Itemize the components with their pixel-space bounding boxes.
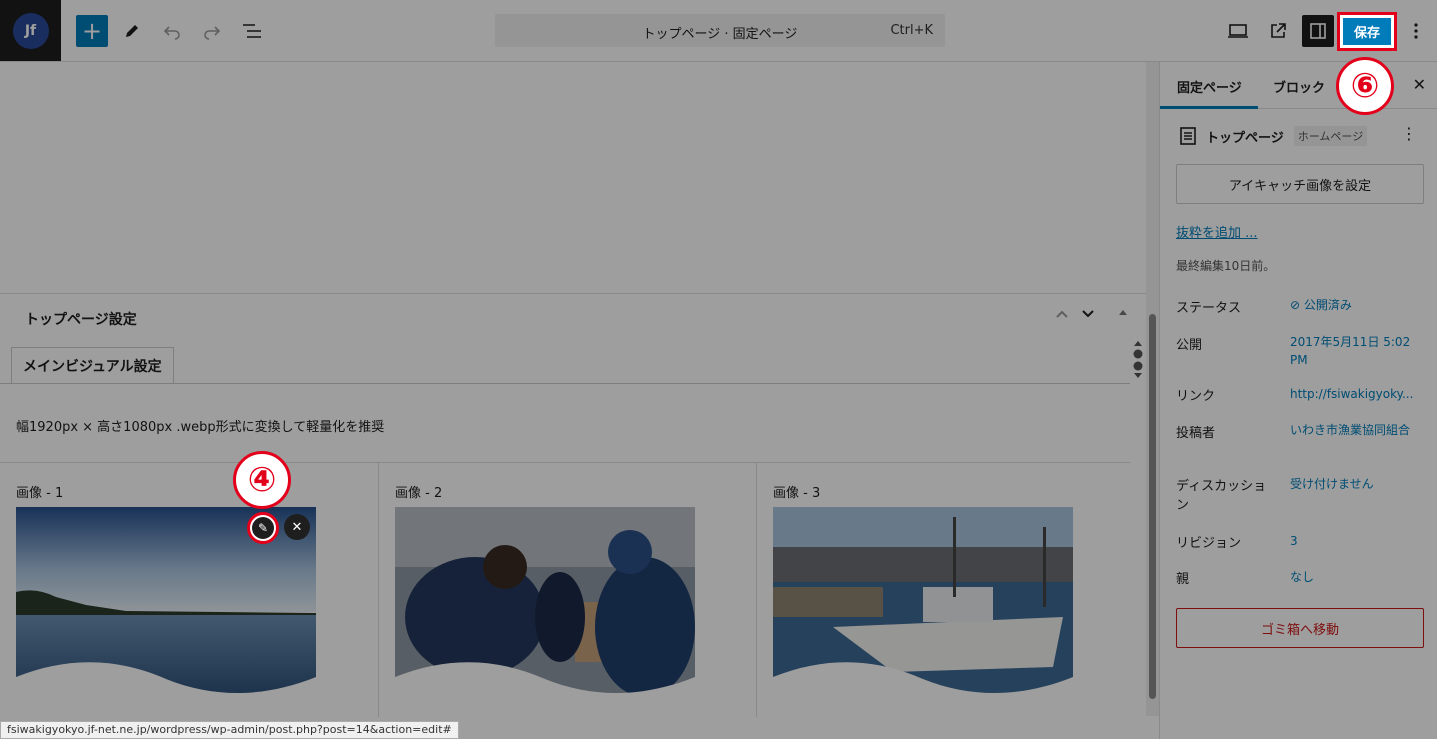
image-column-3: 画像 - 3	[757, 462, 1130, 717]
image-recommendation-text: 幅1920px × 高さ1080px .webp形式に変換して軽量化を推奨	[16, 420, 385, 435]
publish-date-value[interactable]: 2017年5月11日 5:02 PM	[1290, 333, 1430, 369]
image-label: 画像 - 2	[395, 486, 443, 501]
tab-page[interactable]: 固定ページ	[1177, 77, 1242, 96]
top-page-settings-metabox: トップページ設定 メインビジュアル設定 幅1920px × 高さ1080px .…	[0, 293, 1146, 717]
image-column-1: 画像 - 1	[0, 462, 378, 717]
edit-image-button[interactable]: ✎	[247, 512, 279, 544]
image-column-2: 画像 - 2	[379, 462, 757, 717]
save-button-label: 保存	[1343, 18, 1391, 45]
tab-divider	[0, 383, 1130, 384]
metabox-title: トップページ設定	[25, 312, 137, 328]
document-overview-icon[interactable]	[236, 15, 268, 47]
image-label: 画像 - 1	[16, 486, 64, 501]
parent-value[interactable]: なし	[1290, 568, 1430, 586]
sidebar-tabs: 固定ページ ブロック ✕	[1160, 62, 1437, 109]
revisions-value[interactable]: 3	[1290, 532, 1430, 550]
check-circle-icon: ⊘	[1290, 298, 1304, 312]
pencil-icon: ✎	[252, 517, 274, 539]
active-tab-indicator	[1160, 106, 1258, 109]
editor-scrollbar[interactable]	[1146, 62, 1159, 716]
row-label-link: リンク	[1176, 389, 1216, 404]
page-summary: トップページ ホームページ	[1180, 126, 1368, 146]
status-url-bar: fsiwakigyokyo.jf-net.ne.jp/wordpress/wp-…	[0, 721, 459, 739]
image-thumbnail-2[interactable]	[395, 507, 695, 699]
row-label-discussion: ディスカッション	[1176, 479, 1267, 513]
step-marker-4: ④	[233, 451, 291, 509]
image-thumbnail-3[interactable]	[773, 507, 1073, 699]
add-block-button[interactable]: +	[76, 15, 108, 47]
row-label-publish: 公開	[1176, 338, 1203, 353]
wp-editor: Jf + トップページ · 固定ページ Ctrl+K トップページ設定 メインビ…	[0, 0, 1437, 739]
row-label-status: ステータス	[1176, 301, 1242, 316]
author-value[interactable]: いわき市漁業協同組合	[1290, 421, 1430, 439]
add-excerpt-link[interactable]: 抜粋を追加 ...	[1176, 222, 1258, 241]
move-to-trash-button[interactable]: ゴミ箱へ移動	[1176, 608, 1424, 648]
tab-block[interactable]: ブロック	[1273, 77, 1325, 96]
page-actions-icon[interactable]: ⋮	[1401, 124, 1417, 143]
step-marker-6: ⑥	[1336, 57, 1394, 115]
top-toolbar: Jf + トップページ · 固定ページ Ctrl+K	[0, 0, 1437, 62]
tab-main-visual[interactable]: メインビジュアル設定	[11, 347, 174, 383]
close-icon[interactable]: ✕	[1413, 75, 1426, 94]
undo-icon[interactable]	[156, 15, 188, 47]
remove-image-button[interactable]: ✕	[284, 514, 310, 540]
collapse-toggle-icon[interactable]	[1117, 306, 1129, 322]
preview-device-icon[interactable]	[1222, 15, 1254, 47]
site-logo[interactable]: Jf	[0, 0, 61, 61]
settings-sidebar: 固定ページ ブロック ✕ トップページ ホームページ ⋮ アイキャッチ画像を設定…	[1159, 62, 1437, 739]
page-title: トップページ	[1206, 130, 1284, 146]
editor-canvas[interactable]	[0, 62, 1146, 293]
save-button[interactable]: 保存	[1337, 12, 1397, 51]
row-label-parent: 親	[1176, 572, 1190, 587]
last-edited-text: 最終編集10日前。	[1176, 259, 1276, 273]
homepage-badge: ホームページ	[1293, 126, 1368, 146]
move-down-icon[interactable]	[1080, 306, 1096, 326]
status-value[interactable]: ⊘ 公開済み	[1290, 296, 1430, 314]
settings-sidebar-toggle-icon[interactable]	[1302, 15, 1334, 47]
command-palette[interactable]: トップページ · 固定ページ Ctrl+K	[495, 14, 945, 47]
discussion-value[interactable]: 受け付けません	[1290, 475, 1430, 493]
row-label-author: 投稿者	[1176, 426, 1216, 441]
set-featured-image-button[interactable]: アイキャッチ画像を設定	[1176, 164, 1424, 204]
view-page-external-icon[interactable]	[1262, 15, 1294, 47]
scrollbar-thumb[interactable]	[1149, 314, 1156, 699]
redo-icon[interactable]	[196, 15, 228, 47]
logo-mark: Jf	[12, 12, 49, 49]
link-value[interactable]: http://fsiwakigyoky...	[1290, 385, 1430, 403]
metabox-scroll-handle[interactable]	[1132, 340, 1144, 380]
options-menu-icon[interactable]	[1400, 15, 1432, 47]
row-label-revisions: リビジョン	[1176, 536, 1242, 551]
move-up-icon[interactable]	[1054, 306, 1070, 326]
image-label: 画像 - 3	[773, 486, 821, 501]
status-text: 公開済み	[1303, 298, 1352, 312]
command-title: トップページ · 固定ページ	[642, 27, 798, 42]
command-shortcut: Ctrl+K	[890, 23, 933, 38]
page-icon	[1180, 127, 1196, 145]
pencil-tool-icon[interactable]	[116, 15, 148, 47]
metabox-header[interactable]: トップページ設定	[0, 294, 1146, 340]
